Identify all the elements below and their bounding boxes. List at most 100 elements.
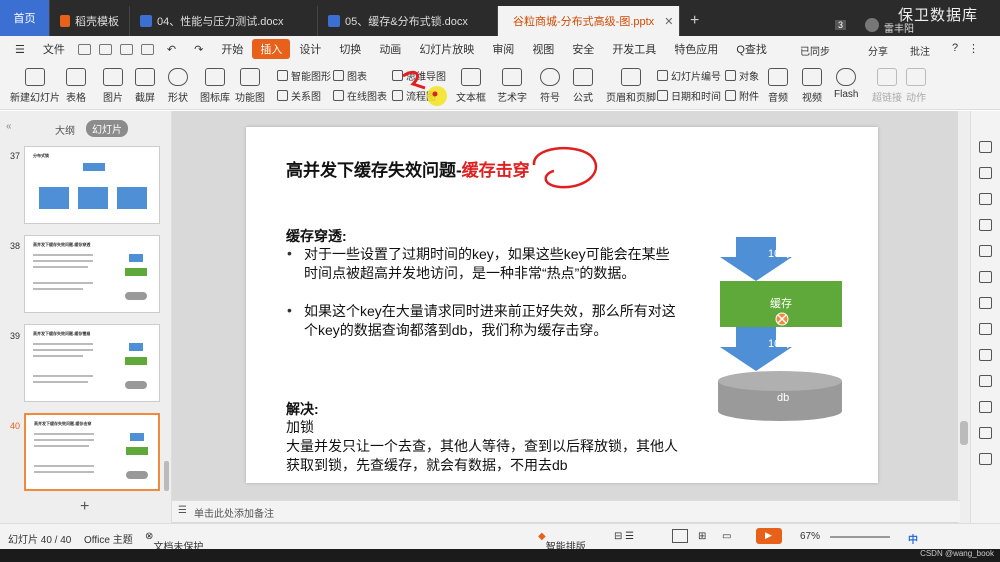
menu-view[interactable]: 视图: [523, 41, 563, 57]
grid-view-icon[interactable]: ⊞: [698, 531, 706, 542]
menu-start[interactable]: 开始: [212, 41, 252, 57]
menu-security[interactable]: 安全: [563, 41, 603, 57]
slide-40[interactable]: 高并发下缓存失效问题-缓存击穿 缓存穿透: • 对于一些设置了过期时间的key，…: [246, 127, 878, 483]
object-button[interactable]: 对象: [725, 68, 759, 83]
audio-button[interactable]: 音频: [768, 68, 788, 104]
menu-slideshow[interactable]: 幻灯片放映: [410, 41, 483, 57]
preview-icon[interactable]: [140, 43, 154, 55]
tab-doc-04[interactable]: 04、性能与压力测试.docx: [130, 6, 318, 36]
tab-pptx[interactable]: 谷粒商城-分布式高级-图.pptx ✕: [498, 6, 680, 36]
tab-outline[interactable]: 大纲: [55, 122, 75, 137]
icon-lib-button[interactable]: 图标库: [200, 68, 230, 104]
table-button[interactable]: 表格: [66, 68, 86, 104]
tab-home[interactable]: 首页: [0, 0, 50, 36]
share-button[interactable]: 分享: [868, 43, 888, 58]
menu-devtools[interactable]: 开发工具: [603, 41, 665, 57]
panel-scrollbar[interactable]: [164, 461, 169, 491]
relation-button[interactable]: 关系图: [277, 88, 321, 103]
zoom-slider[interactable]: [830, 536, 890, 538]
file-menu[interactable]: 文件: [34, 41, 74, 57]
open-icon[interactable]: [77, 43, 91, 55]
view-icons[interactable]: ⊟ ☰: [614, 531, 634, 542]
tab-slides[interactable]: 幻灯片: [86, 120, 128, 137]
flash-button[interactable]: Flash: [834, 68, 858, 100]
tab-doc-05[interactable]: 05、缓存&分布式锁.docx: [318, 6, 498, 36]
symbol-button[interactable]: 符号: [540, 68, 560, 104]
action-button[interactable]: 动作: [906, 68, 926, 104]
search-button[interactable]: Q查找: [727, 41, 776, 57]
func-chart-button[interactable]: 功能图: [235, 68, 265, 104]
animation-icon[interactable]: [979, 219, 992, 231]
thumb-text: [33, 381, 88, 383]
chart-button[interactable]: 图表: [333, 68, 367, 83]
menu-review[interactable]: 审阅: [483, 41, 523, 57]
add-slide-button[interactable]: +: [80, 498, 89, 516]
cache-label: 缓存: [770, 298, 792, 310]
property-icon[interactable]: [979, 141, 992, 153]
tools-icon[interactable]: [979, 453, 992, 465]
layers-icon[interactable]: [979, 427, 992, 439]
online-chart-button[interactable]: 在线图表: [333, 88, 387, 103]
slide-thumbnail-38[interactable]: 高并发下缓存失效问题-缓存穿透: [24, 235, 160, 313]
share-icon[interactable]: [979, 349, 992, 361]
slide-number-button[interactable]: 幻灯片编号: [657, 68, 721, 83]
hamburger-icon[interactable]: ☰: [6, 43, 34, 56]
menu-insert[interactable]: 插入: [252, 39, 291, 59]
canvas-scrollbar[interactable]: [958, 111, 970, 523]
label: 艺术字: [497, 93, 527, 104]
window-count-badge[interactable]: 3: [835, 20, 847, 30]
menu-transition[interactable]: 切换: [330, 41, 370, 57]
attachment-button[interactable]: 附件: [725, 88, 759, 103]
transition-icon[interactable]: [979, 297, 992, 309]
formula-button[interactable]: 公式: [573, 68, 593, 104]
art-text-button[interactable]: 艺术字: [497, 68, 527, 104]
tab-docer[interactable]: 稻壳模板: [50, 6, 130, 36]
menu-design[interactable]: 设计: [290, 41, 330, 57]
help-icon[interactable]: ?: [952, 42, 958, 54]
reading-view-icon[interactable]: ▭: [722, 531, 731, 542]
star-icon[interactable]: [979, 271, 992, 283]
slide-thumbnail-37[interactable]: 分布式锁: [24, 146, 160, 224]
scroll-thumb[interactable]: [960, 421, 968, 445]
normal-view-icon[interactable]: [672, 529, 688, 543]
shapes-icon[interactable]: [979, 193, 992, 205]
close-icon[interactable]: ✕: [664, 15, 673, 28]
section-heading: 缓存穿透:: [286, 228, 347, 244]
save-icon[interactable]: [98, 43, 112, 55]
hyperlink-button[interactable]: 超链接: [872, 68, 902, 104]
picture-icon[interactable]: [979, 401, 992, 413]
grid-icon[interactable]: [979, 375, 992, 387]
image-button[interactable]: 图片: [103, 68, 123, 104]
right-toolbar: [970, 111, 1000, 523]
redo-icon[interactable]: ↷: [185, 43, 212, 56]
notes-area[interactable]: ☰ 单击此处添加备注: [172, 500, 960, 522]
new-slide-button[interactable]: 新建幻灯片: [10, 68, 60, 104]
slide-thumbnail-40[interactable]: 高并发下缓存失效问题-缓存击穿: [24, 413, 160, 491]
more-icon[interactable]: ⋮: [968, 42, 979, 55]
magic-icon[interactable]: [979, 245, 992, 257]
slide-thumbnail-39[interactable]: 高并发下缓存失效问题-缓存雪崩: [24, 324, 160, 402]
menu-features[interactable]: 特色应用: [665, 41, 727, 57]
new-tab-button[interactable]: +: [680, 6, 709, 36]
zoom-level[interactable]: 67%: [800, 531, 820, 542]
protect-status[interactable]: ⊗ 文档未保护: [145, 531, 203, 553]
comment-button[interactable]: 批注: [910, 43, 930, 58]
copy-icon[interactable]: [979, 167, 992, 179]
bullet-text: 如果这个key在大量请求同时进来前正好失效，那么所有对这个key的数据查询都落到…: [304, 303, 676, 338]
avatar[interactable]: [865, 18, 879, 32]
smart-layout-button[interactable]: ◆ 智能排版: [538, 531, 586, 553]
print-icon[interactable]: [119, 43, 133, 55]
datetime-button[interactable]: 日期和时间: [657, 88, 721, 103]
clock-icon[interactable]: [979, 323, 992, 335]
sync-status[interactable]: 已同步: [800, 43, 830, 58]
video-button[interactable]: 视频: [802, 68, 822, 104]
solution-text: 大量并发只让一个去查，其他人等待，查到以后释放锁，其他人获取到锁，先查缓存，就会…: [286, 438, 678, 473]
screenshot-button[interactable]: 截屏: [135, 68, 155, 104]
smart-shape-button[interactable]: 智能图形: [277, 68, 331, 83]
undo-icon[interactable]: ↶: [158, 43, 185, 56]
shape-button[interactable]: 形状: [168, 68, 188, 104]
menu-animation[interactable]: 动画: [370, 41, 410, 57]
collapse-icon[interactable]: «: [6, 121, 12, 132]
ime-indicator[interactable]: 中: [908, 531, 918, 546]
header-footer-button[interactable]: 页眉和页脚: [606, 68, 656, 104]
